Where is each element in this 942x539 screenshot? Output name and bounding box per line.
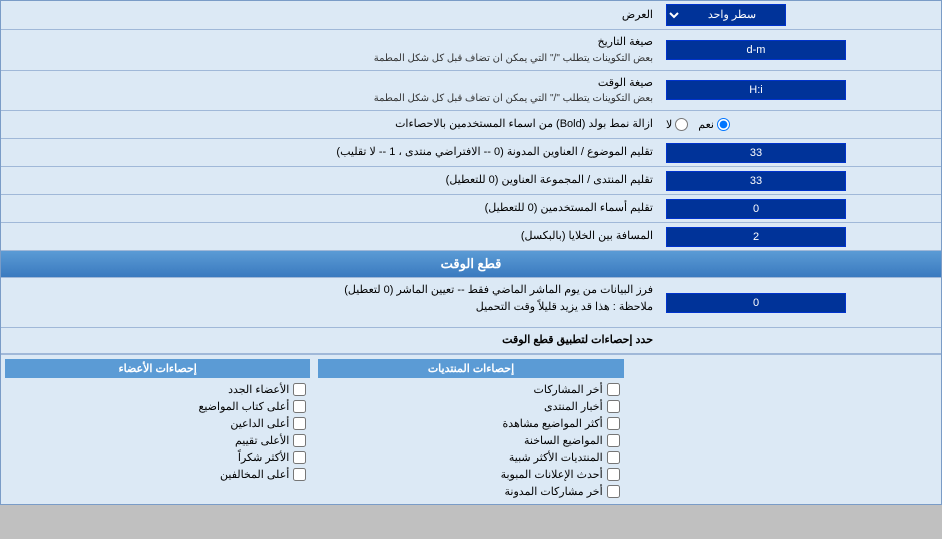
posts-col-header: إحصاءات المنتديات [318, 359, 623, 378]
bold-remove-label: ازالة نمط بولد (Bold) من اسماء المستخدمي… [1, 112, 661, 137]
stats-limit-label: حدد إحصاءات لتطبيق قطع الوقت [1, 328, 661, 353]
display-select[interactable]: سطر واحد [666, 4, 786, 26]
posts-stat-0: أخر المشاركات [318, 381, 623, 398]
cell-spacing-input[interactable] [666, 227, 846, 247]
time-cut-label: فرز البيانات من يوم الماشر الماضي فقط --… [1, 278, 661, 327]
posts-stat-5: أحدث الإعلانات المبوبة [318, 466, 623, 483]
usernames-trim-input[interactable] [666, 199, 846, 219]
posts-stat-3: المواضيع الساخنة [318, 432, 623, 449]
members-stat-1: أعلى كتاب المواضيع [5, 398, 310, 415]
posts-check-2[interactable] [607, 417, 620, 430]
members-stat-3: الأعلى تقييم [5, 432, 310, 449]
members-check-0[interactable] [293, 383, 306, 396]
bold-yes-label: نعم [698, 118, 730, 131]
time-cut-input-cell [661, 278, 941, 327]
forum-order-input-cell [661, 168, 941, 194]
bold-radio-group: نعم لا [666, 118, 730, 131]
members-stats-col: إحصاءات الأعضاء الأعضاء الجدد أعلى كتاب … [1, 355, 314, 504]
posts-stats-col: إحصاءات المنتديات أخر المشاركات أخبار ال… [314, 355, 627, 504]
posts-stat-1: أخبار المنتدى [318, 398, 623, 415]
usernames-trim-input-cell [661, 196, 941, 222]
usernames-trim-label: تقليم أسماء المستخدمين (0 للتعطيل) [1, 196, 661, 221]
posts-check-6[interactable] [607, 485, 620, 498]
section-label: العرض [1, 3, 661, 28]
posts-check-5[interactable] [607, 468, 620, 481]
bold-remove-row: ازالة نمط بولد (Bold) من اسماء المستخدمي… [1, 111, 941, 139]
members-check-2[interactable] [293, 417, 306, 430]
usernames-trim-row: تقليم أسماء المستخدمين (0 للتعطيل) [1, 195, 941, 223]
members-stat-0: الأعضاء الجدد [5, 381, 310, 398]
stats-limit-row: حدد إحصاءات لتطبيق قطع الوقت [1, 328, 941, 354]
topics-order-input-cell [661, 140, 941, 166]
posts-stat-6: أخر مشاركات المدونة [318, 483, 623, 500]
members-stat-2: أعلى الداعين [5, 415, 310, 432]
main-container: العرض سطر واحد صيغة التاريخ بعض التكوينا… [0, 0, 942, 505]
cell-spacing-row: المسافة بين الخلايا (بالبكسل) [1, 223, 941, 251]
members-check-5[interactable] [293, 468, 306, 481]
date-format-label: صيغة التاريخ بعض التكوينات يتطلب "/" الت… [1, 30, 661, 70]
time-cut-row: فرز البيانات من يوم الماشر الماضي فقط --… [1, 278, 941, 328]
date-format-input[interactable] [666, 40, 846, 60]
date-format-row: صيغة التاريخ بعض التكوينات يتطلب "/" الت… [1, 30, 941, 71]
time-format-label: صيغة الوقت بعض التكوينات يتطلب "/" التي … [1, 71, 661, 111]
forum-order-row: تقليم المنتدى / المجموعة العناوين (0 للت… [1, 167, 941, 195]
forum-order-input[interactable] [666, 171, 846, 191]
posts-stat-2: أكثر المواضيع مشاهدة [318, 415, 623, 432]
bold-yes-radio[interactable] [717, 118, 730, 131]
members-check-4[interactable] [293, 451, 306, 464]
section-header-row: العرض سطر واحد [1, 1, 941, 30]
bold-no-label: لا [666, 118, 688, 131]
posts-check-3[interactable] [607, 434, 620, 447]
dropdown-cell: سطر واحد [661, 1, 941, 29]
members-check-3[interactable] [293, 434, 306, 447]
posts-check-1[interactable] [607, 400, 620, 413]
topics-order-row: تقليم الموضوع / العناوين المدونة (0 -- ا… [1, 139, 941, 167]
posts-check-4[interactable] [607, 451, 620, 464]
time-format-input-cell [661, 77, 941, 103]
topics-order-label: تقليم الموضوع / العناوين المدونة (0 -- ا… [1, 140, 661, 165]
posts-check-0[interactable] [607, 383, 620, 396]
members-stat-4: الأكثر شكراً [5, 449, 310, 466]
date-format-input-cell [661, 37, 941, 63]
members-stat-5: أعلى المخالفين [5, 466, 310, 483]
time-format-input[interactable] [666, 80, 846, 100]
members-col-header: إحصاءات الأعضاء [5, 359, 310, 378]
bold-no-radio[interactable] [675, 118, 688, 131]
stats-limit-cell [661, 337, 941, 343]
time-format-row: صيغة الوقت بعض التكوينات يتطلب "/" التي … [1, 71, 941, 112]
forum-order-label: تقليم المنتدى / المجموعة العناوين (0 للت… [1, 168, 661, 193]
time-cut-input[interactable] [666, 293, 846, 313]
stats-section: إحصاءات الأعضاء الأعضاء الجدد أعلى كتاب … [1, 354, 941, 504]
empty-stats-col [628, 355, 941, 504]
posts-stat-4: المنتديات الأكثر شبية [318, 449, 623, 466]
topics-order-input[interactable] [666, 143, 846, 163]
cell-spacing-input-cell [661, 224, 941, 250]
members-check-1[interactable] [293, 400, 306, 413]
bold-remove-radio-cell: نعم لا [661, 115, 941, 134]
time-cut-section-header: قطع الوقت [1, 251, 941, 278]
cell-spacing-label: المسافة بين الخلايا (بالبكسل) [1, 224, 661, 249]
